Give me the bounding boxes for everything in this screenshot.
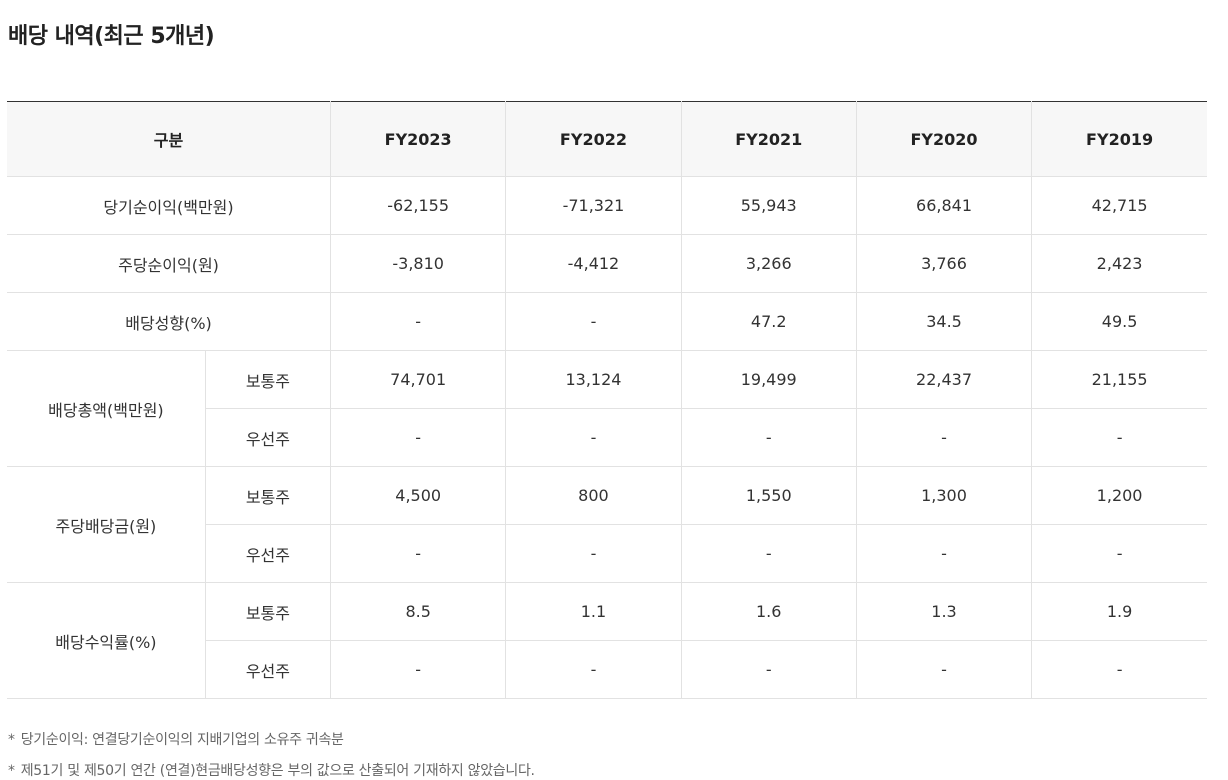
footnote: * 당기순이익: 연결당기순이익의 지배기업의 소유주 귀속분 (8, 729, 344, 749)
table-row: 배당수익률(%) 보통주 8.5 1.1 1.6 1.3 1.9 (7, 582, 1207, 699)
table-row: 배당성향(%) - - 47.2 34.5 49.5 (7, 292, 1207, 351)
table-cell: - (330, 292, 506, 351)
table-cell: -71,321 (505, 176, 682, 235)
header-year: FY2020 (855, 101, 1032, 177)
header-year: FY2023 (330, 101, 506, 177)
table-cell: - (330, 640, 506, 699)
table-cell: - (680, 408, 857, 467)
subrow-label: 보통주 (204, 582, 331, 641)
table-cell: - (1031, 524, 1207, 583)
table-cell: - (505, 292, 682, 351)
footnote-mark: * (8, 732, 15, 748)
table-header-row: 구분 FY2023 FY2022 FY2021 FY2020 FY2019 (7, 101, 1207, 177)
group-category: 배당총액(백만원) (7, 350, 206, 467)
table-row: 주당배당금(원) 보통주 4,500 800 1,550 1,300 1,200 (7, 466, 1207, 583)
table-cell: 34.5 (855, 292, 1032, 351)
table-row: 당기순이익(백만원) -62,155 -71,321 55,943 66,841… (7, 176, 1207, 235)
group-category: 배당수익률(%) (7, 582, 206, 699)
table-cell: - (505, 524, 682, 583)
header-category: 구분 (7, 101, 331, 177)
header-year: FY2021 (680, 101, 857, 177)
table-cell: - (1031, 408, 1207, 467)
header-year: FY2022 (505, 101, 682, 177)
table-cell: -62,155 (330, 176, 506, 235)
table-cell: 49.5 (1031, 292, 1207, 351)
dividend-table: 구분 FY2023 FY2022 FY2021 FY2020 FY2019 당기… (7, 101, 1207, 699)
table-cell: 3,266 (680, 234, 857, 293)
table-cell: -3,810 (330, 234, 506, 293)
footnote-text: 당기순이익: 연결당기순이익의 지배기업의 소유주 귀속분 (20, 732, 344, 748)
table-cell: 22,437 (855, 350, 1032, 409)
table-cell: 55,943 (680, 176, 857, 235)
table-cell: 8.5 (330, 582, 506, 641)
table-cell: 800 (505, 466, 682, 525)
footnote-mark: * (8, 763, 15, 779)
table-cell: 3,766 (855, 234, 1032, 293)
page-title: 배당 내역(최근 5개년) (8, 24, 215, 49)
table-cell: 74,701 (330, 350, 506, 409)
table-cell: - (855, 408, 1032, 467)
row-category: 주당순이익(원) (7, 234, 331, 293)
table-cell: - (330, 408, 506, 467)
subrow-label: 우선주 (204, 524, 331, 583)
row-category: 배당성향(%) (7, 292, 331, 351)
subrow-label: 보통주 (204, 466, 331, 525)
table-cell: 1.3 (855, 582, 1032, 641)
table-cell: 21,155 (1031, 350, 1207, 409)
table-cell: - (680, 524, 857, 583)
subrow-label: 보통주 (204, 350, 331, 409)
table-cell: 19,499 (680, 350, 857, 409)
table-cell: 1.6 (680, 582, 857, 641)
table-cell: 1,300 (855, 466, 1032, 525)
table-cell: - (855, 524, 1032, 583)
table-cell: 1.1 (505, 582, 682, 641)
subrow-label: 우선주 (204, 640, 331, 699)
table-cell: 4,500 (330, 466, 506, 525)
table-cell: 1,550 (680, 466, 857, 525)
footnote: * 제51기 및 제50기 연간 (연결)현금배당성향은 부의 값으로 산출되어 … (8, 760, 535, 780)
table-cell: - (1031, 640, 1207, 699)
row-category: 당기순이익(백만원) (7, 176, 331, 235)
header-year: FY2019 (1031, 101, 1207, 177)
table-cell: 42,715 (1031, 176, 1207, 235)
table-cell: 1,200 (1031, 466, 1207, 525)
footnote-text: 제51기 및 제50기 연간 (연결)현금배당성향은 부의 값으로 산출되어 기… (20, 763, 535, 779)
table-cell: 66,841 (855, 176, 1032, 235)
table-row: 배당총액(백만원) 보통주 74,701 13,124 19,499 22,43… (7, 350, 1207, 467)
table-cell: - (855, 640, 1032, 699)
table-cell: - (680, 640, 857, 699)
group-category: 주당배당금(원) (7, 466, 206, 583)
table-cell: -4,412 (505, 234, 682, 293)
table-cell: - (505, 408, 682, 467)
table-cell: 47.2 (680, 292, 857, 351)
table-cell: 13,124 (505, 350, 682, 409)
table-cell: 2,423 (1031, 234, 1207, 293)
table-cell: - (330, 524, 506, 583)
table-cell: 1.9 (1031, 582, 1207, 641)
subrow-label: 우선주 (204, 408, 331, 467)
table-row: 주당순이익(원) -3,810 -4,412 3,266 3,766 2,423 (7, 234, 1207, 293)
table-cell: - (505, 640, 682, 699)
